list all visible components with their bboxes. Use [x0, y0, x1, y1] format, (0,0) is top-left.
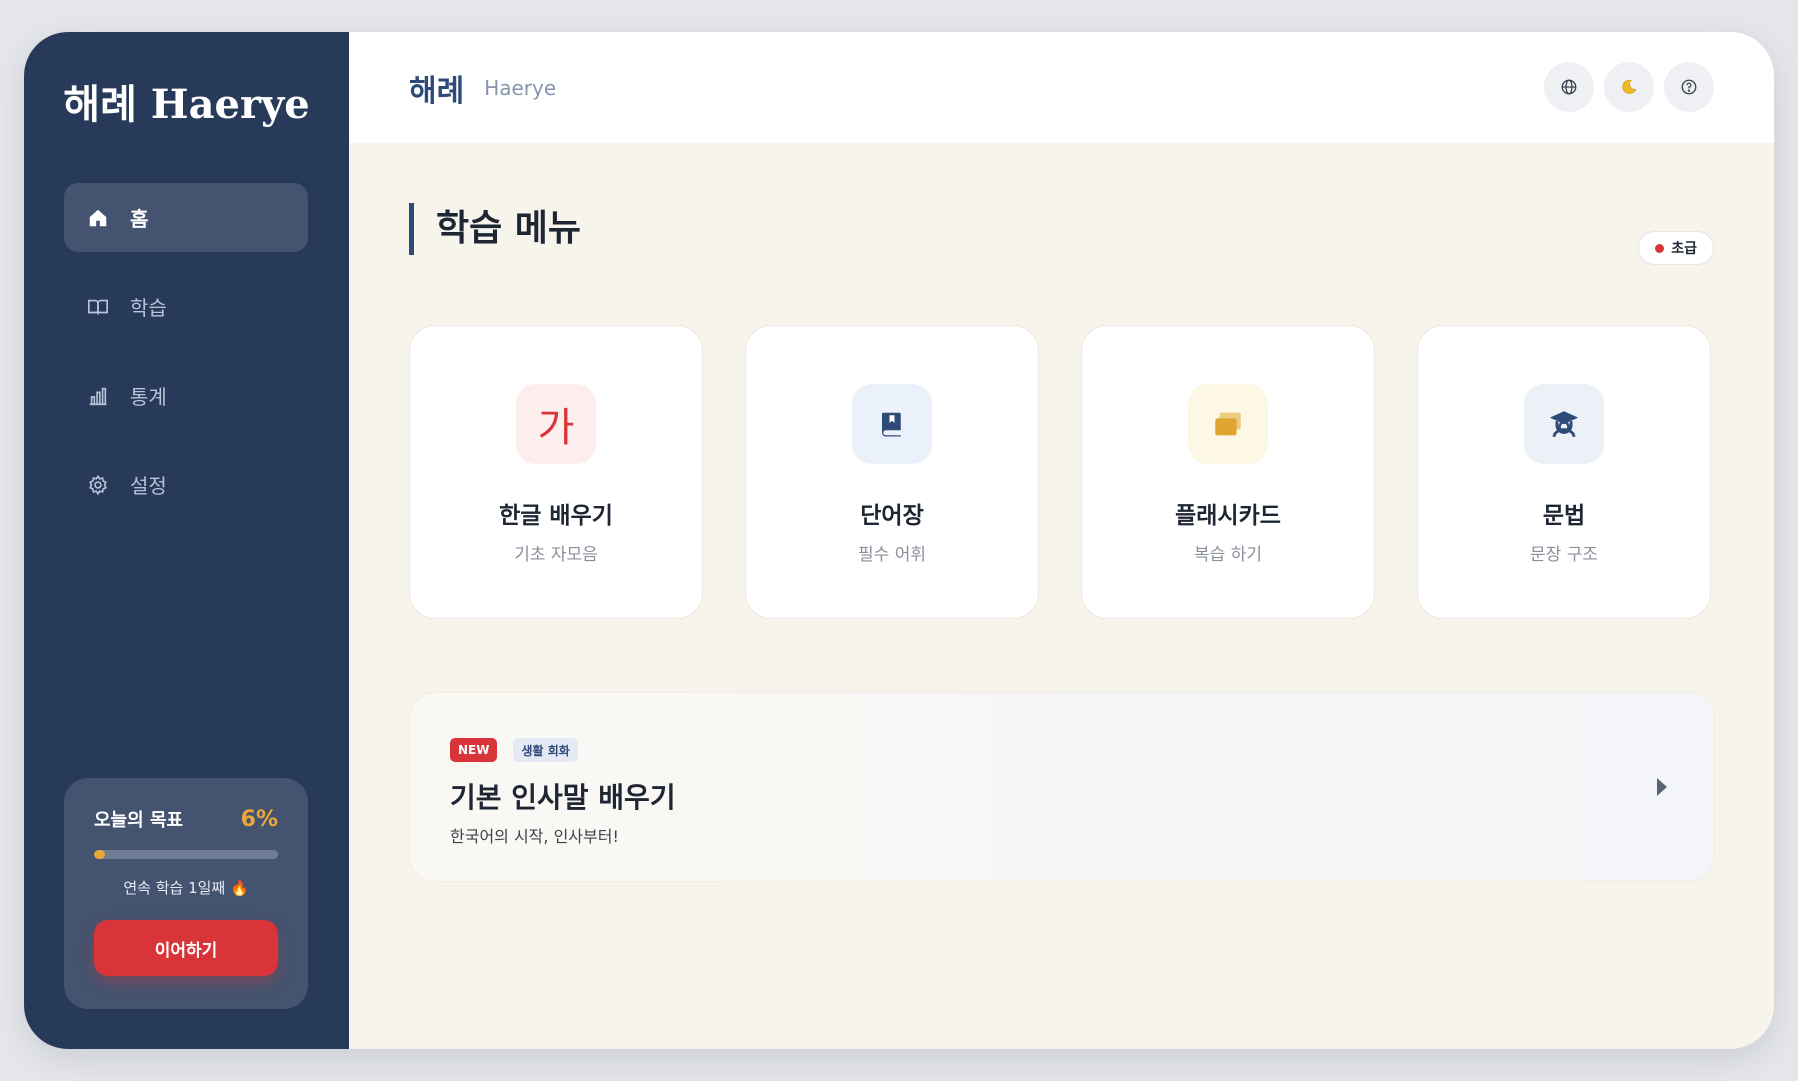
hangul-ga-icon: 가 — [516, 384, 596, 464]
goal-percent: 6% — [240, 806, 278, 832]
level-badge[interactable]: 초급 — [1638, 231, 1714, 265]
moon-icon — [1622, 79, 1637, 94]
section-title: 학습 메뉴 — [409, 203, 581, 255]
help-button[interactable] — [1664, 62, 1714, 112]
dark-mode-button[interactable] — [1604, 62, 1654, 112]
brand-logo: 해례 Haerye — [63, 81, 310, 128]
goal-title: 오늘의 목표 — [94, 810, 184, 831]
card-title: 단어장 — [860, 503, 924, 529]
streak-text: 연속 학습 1일째 🔥 — [123, 879, 249, 897]
book-open-icon — [86, 295, 110, 319]
cards-icon — [1188, 384, 1268, 464]
card-subtitle: 문장 구조 — [1530, 545, 1598, 565]
sidebar-item-stats[interactable]: 통계 — [64, 361, 308, 430]
header-title: 해례 — [409, 73, 465, 109]
banner-description: 한국어의 시작, 인사부터! — [450, 827, 619, 846]
gear-icon — [86, 473, 110, 497]
card-flashcards[interactable]: 플래시카드 복습 하기 — [1081, 325, 1375, 619]
level-label: 초급 — [1671, 241, 1697, 257]
home-icon — [86, 206, 110, 230]
book-icon — [852, 384, 932, 464]
topic-badge: 생활 회화 — [513, 738, 578, 762]
chevron-right-icon[interactable] — [1654, 775, 1670, 799]
bar-chart-icon — [86, 384, 110, 408]
new-badge: NEW — [450, 738, 498, 762]
card-vocabulary[interactable]: 단어장 필수 어휘 — [745, 325, 1039, 619]
card-subtitle: 복습 하기 — [1194, 545, 1262, 565]
card-title: 한글 배우기 — [499, 503, 613, 529]
card-subtitle: 기초 자모음 — [514, 545, 598, 565]
sidebar-nav: 홈 학습 통계 설정 — [64, 183, 308, 539]
card-title: 문법 — [1542, 503, 1586, 529]
goal-progress-fill — [94, 850, 106, 859]
header-subtitle: Haerye — [484, 75, 557, 100]
banner-tags: NEW 생활 회화 — [450, 738, 578, 762]
card-subtitle: 필수 어휘 — [858, 545, 926, 565]
sidebar-item-settings[interactable]: 설정 — [64, 450, 308, 519]
card-grammar[interactable]: 문법 문장 구조 — [1417, 325, 1711, 619]
daily-goal-card: 오늘의 목표 6% 연속 학습 1일째 🔥 이어하기 — [64, 778, 308, 1009]
continue-button[interactable]: 이어하기 — [94, 920, 278, 976]
sidebar-item-home[interactable]: 홈 — [64, 183, 308, 252]
goal-progress-bar — [94, 850, 278, 859]
card-hangul[interactable]: 가 한글 배우기 기초 자모음 — [409, 325, 703, 619]
help-icon — [1681, 79, 1697, 95]
card-title: 플래시카드 — [1175, 503, 1281, 529]
sidebar: 해례 Haerye 홈 학습 통계 설정 오늘의 목표 6% 연속 학습 1일째… — [24, 32, 349, 1049]
banner-title: 기본 인사말 배우기 — [450, 781, 676, 814]
language-button[interactable] — [1544, 62, 1594, 112]
sidebar-item-label: 학습 — [130, 296, 167, 320]
graduation-cap-icon — [1524, 384, 1604, 464]
learning-menu-cards: 가 한글 배우기 기초 자모음 단어장 필수 어휘 플래시카드 복습 하기 문법… — [409, 325, 1711, 619]
top-header: 해례 Haerye — [349, 32, 1774, 143]
header-actions — [1544, 62, 1714, 112]
sidebar-item-learn[interactable]: 학습 — [64, 272, 308, 341]
sidebar-item-label: 설정 — [130, 474, 167, 498]
main-content: 학습 메뉴 초급 가 한글 배우기 기초 자모음 단어장 필수 어휘 플래시카드… — [349, 143, 1774, 1049]
sidebar-item-label: 홈 — [130, 207, 149, 231]
globe-icon — [1561, 79, 1577, 95]
featured-lesson-banner[interactable]: NEW 생활 회화 기본 인사말 배우기 한국어의 시작, 인사부터! — [409, 692, 1715, 882]
app-window: 해례 Haerye 홈 학습 통계 설정 오늘의 목표 6% 연속 학습 1일째… — [24, 32, 1774, 1049]
level-dot — [1655, 243, 1665, 253]
sidebar-item-label: 통계 — [130, 385, 167, 409]
